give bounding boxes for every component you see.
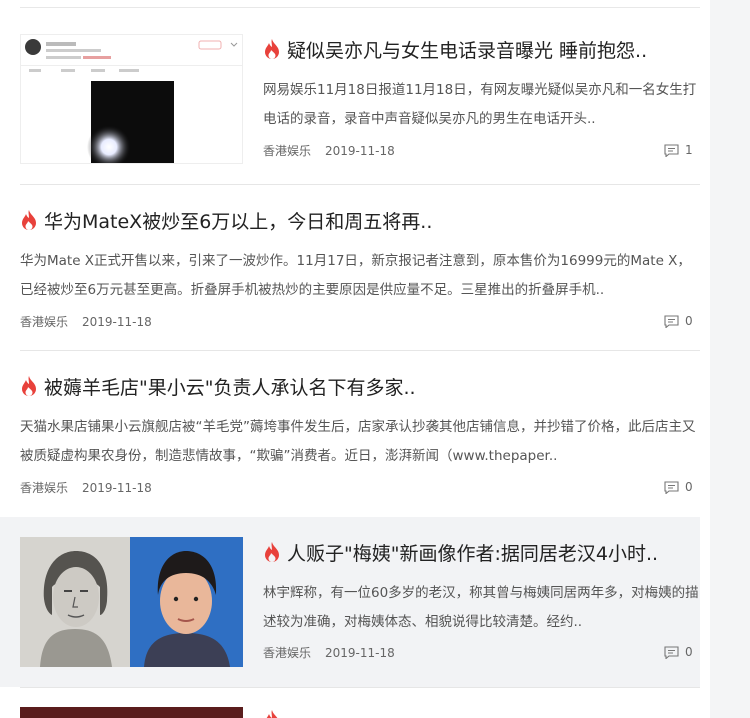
article-source: 香港娱乐 — [20, 315, 69, 329]
article-title-text: 被薅羊毛店"果小云"负责人承认名下有多家.. — [44, 377, 416, 399]
article-date: 2019-11-18 — [325, 646, 395, 660]
article-summary: 天猫水果店铺果小云旗舰店被“羊毛党”薅垮事件发生后，店家承认抄袭其他店铺信息，并… — [20, 419, 696, 464]
article-title[interactable]: 被薅羊毛店"果小云"负责人承认名下有多家.. — [20, 375, 416, 400]
article-source: 香港娱乐 — [263, 144, 312, 158]
article-thumbnail[interactable] — [20, 537, 243, 667]
comment-icon — [664, 143, 679, 157]
comment-icon — [664, 480, 679, 494]
article-date: 2019-11-18 — [325, 144, 395, 158]
news-feed: 疑似吴亦凡与女生电话录音曝光 睡前抱怨.. 网易娱乐11月18日报道11月18日… — [0, 0, 710, 718]
article-date: 2019-11-18 — [82, 315, 152, 329]
news-item[interactable]: 被薅羊毛店"果小云"负责人承认名下有多家.. 天猫水果店铺果小云旗舰店被“羊毛党… — [0, 351, 710, 517]
article-title-text: 人贩子"梅姨"新画像作者:据同居老汉4小时.. — [287, 543, 659, 565]
article-summary: 林宇辉称，有一位60多岁的老汉，称其曾与梅姨同居两年多，对梅姨的描述较为准确，对… — [263, 585, 699, 630]
fire-icon — [265, 39, 279, 59]
article-meta: 香港娱乐 2019-11-18 — [20, 313, 166, 330]
article-title[interactable]: 人贩子"梅姨"新画像作者:据同居老汉4小时.. — [263, 541, 658, 566]
article-meta: 香港娱乐 2019-11-18 — [263, 644, 409, 661]
article-meta: 香港娱乐 2019-11-18 — [263, 142, 409, 159]
fire-icon — [22, 210, 36, 230]
comment-count[interactable]: 0 — [664, 314, 693, 328]
comment-icon — [664, 645, 679, 659]
fire-icon — [22, 376, 36, 396]
article-title[interactable]: 华为MateX被炒至6万以上，今日和周五将再.. — [20, 209, 432, 234]
article-date: 2019-11-18 — [82, 481, 152, 495]
news-item[interactable]: 疑似吴亦凡与女生电话录音曝光 睡前抱怨.. 网易娱乐11月18日报道11月18日… — [0, 18, 710, 185]
article-thumbnail[interactable] — [20, 34, 243, 164]
news-item[interactable] — [0, 687, 710, 718]
comment-count[interactable]: 1 — [664, 143, 693, 157]
article-summary: 网易娱乐11月18日报道11月18日，有网友曝光疑似吴亦凡和一名女生打电话的录音… — [263, 82, 697, 127]
article-thumbnail[interactable] — [20, 707, 243, 718]
fire-icon — [265, 542, 279, 562]
article-meta: 香港娱乐 2019-11-18 — [20, 479, 166, 496]
article-title-text: 疑似吴亦凡与女生电话录音曝光 睡前抱怨.. — [287, 40, 648, 62]
phone-screenshot-image — [21, 35, 242, 163]
portrait-comparison-image — [20, 537, 243, 667]
page-margin — [710, 0, 750, 718]
news-item[interactable]: 华为MateX被炒至6万以上，今日和周五将再.. 华为Mate X正式开售以来，… — [0, 185, 710, 351]
article-title[interactable]: 疑似吴亦凡与女生电话录音曝光 睡前抱怨.. — [263, 38, 647, 63]
article-source: 香港娱乐 — [20, 481, 69, 495]
fire-icon — [266, 710, 278, 718]
comment-count[interactable]: 0 — [664, 645, 693, 659]
article-title-text: 华为MateX被炒至6万以上，今日和周五将再.. — [44, 211, 433, 233]
top-divider — [20, 7, 700, 8]
comment-icon — [664, 314, 679, 328]
article-summary: 华为Mate X正式开售以来，引来了一波炒作。11月17日，新京报记者注意到，原… — [20, 253, 691, 298]
article-source: 香港娱乐 — [263, 646, 312, 660]
comment-count[interactable]: 0 — [664, 480, 693, 494]
news-item[interactable]: 人贩子"梅姨"新画像作者:据同居老汉4小时.. 林宇辉称，有一位60多岁的老汉，… — [0, 517, 710, 687]
